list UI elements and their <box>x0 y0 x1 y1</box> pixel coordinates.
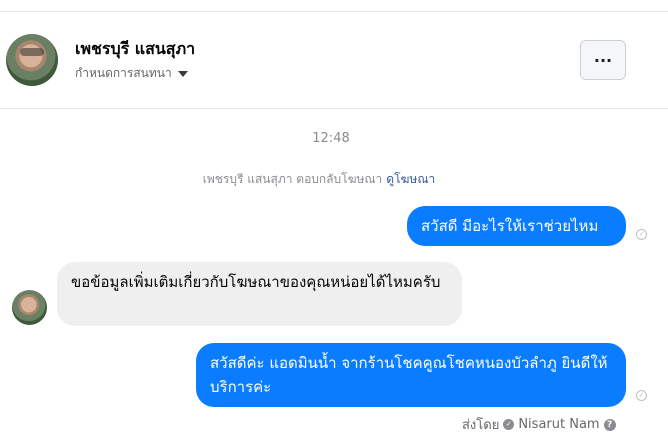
check-circle-icon: ✓ <box>503 419 515 430</box>
message-timestamp: 12:48 <box>312 131 350 146</box>
contact-avatar[interactable] <box>6 34 58 86</box>
message-bubble-incoming[interactable]: ขอข้อมูลเพิ่มเติมเกี่ยวกับโฆษณาของคุณหน่… <box>57 262 462 326</box>
view-ad-link[interactable]: ดูโฆษณา <box>386 172 435 186</box>
conversation-header: เพชรบุรี แสนสุภา กำหนดการสนทนา ··· <box>0 13 668 109</box>
caret-down-icon[interactable] <box>177 70 188 77</box>
sender-avatar[interactable] <box>12 290 47 325</box>
sent-by-name: Nisarut Nam <box>518 417 600 432</box>
message-bubble-outgoing[interactable]: สวัสดีค่ะ แอดมินน้ำ จากร้านโชคคูณโชคหนอง… <box>196 343 626 407</box>
help-icon[interactable]: ? <box>603 418 616 431</box>
more-options-button[interactable]: ··· <box>580 40 626 80</box>
message-bubble-outgoing[interactable]: สวัสดี มีอะไรให้เราช่วยไหม <box>407 206 626 246</box>
top-divider <box>0 0 668 12</box>
seen-check-icon: ✓ <box>636 390 647 401</box>
seen-check-icon: ✓ <box>636 229 647 240</box>
sent-by-label: ส่งโดย <box>462 418 500 433</box>
ad-reply-text: เพชรบุรี แสนสุภา ตอบกลับโฆษณา <box>202 172 383 186</box>
conversation-settings-label: กำหนดการสนทนา <box>75 66 172 80</box>
sent-by-info: ส่งโดย ✓ Nisarut Nam ? <box>462 414 616 435</box>
conversation-settings[interactable]: กำหนดการสนทนา <box>75 64 188 83</box>
contact-name[interactable]: เพชรบุรี แสนสุภา <box>75 37 195 62</box>
ellipsis-icon: ··· <box>593 50 613 70</box>
ad-reply-notice: เพชรบุรี แสนสุภา ตอบกลับโฆษณา ดูโฆษณา <box>0 170 638 189</box>
